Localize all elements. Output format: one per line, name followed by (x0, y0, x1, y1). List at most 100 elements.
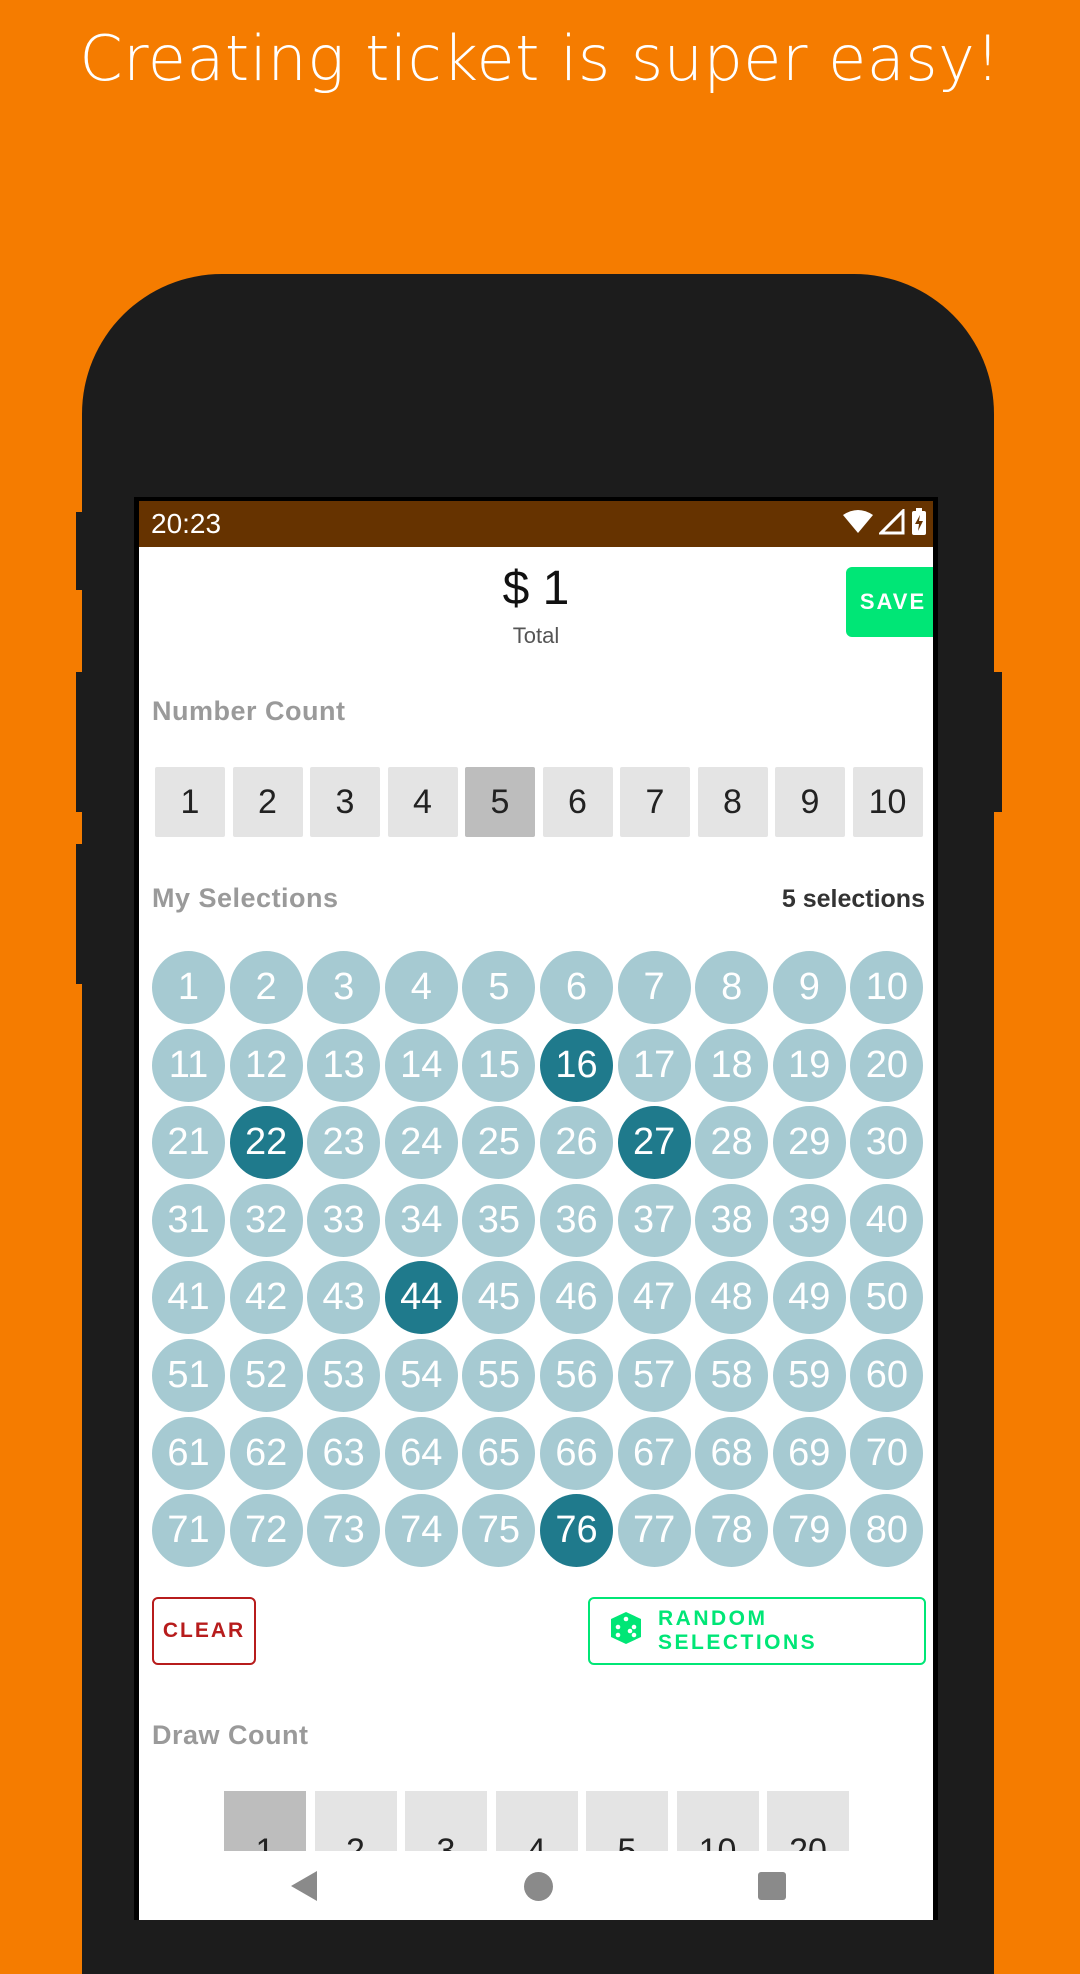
number-ball[interactable]: 80 (850, 1494, 924, 1568)
number-ball[interactable]: 29 (772, 1106, 846, 1180)
number-ball[interactable]: 31 (152, 1183, 225, 1257)
number-count-option[interactable]: 2 (232, 767, 303, 837)
number-ball[interactable]: 59 (772, 1339, 846, 1412)
nav-back-icon[interactable] (289, 1870, 319, 1907)
number-count-option[interactable]: 5 (465, 767, 535, 837)
number-ball[interactable]: 79 (772, 1494, 846, 1568)
number-ball[interactable]: 56 (540, 1339, 613, 1412)
number-ball[interactable]: 71 (152, 1494, 225, 1568)
number-ball[interactable]: 10 (850, 951, 924, 1024)
number-ball[interactable]: 17 (617, 1028, 691, 1102)
draw-count-option[interactable]: 2 (314, 1791, 397, 1851)
number-ball[interactable]: 4 (384, 951, 458, 1024)
number-ball[interactable]: 36 (540, 1183, 613, 1257)
number-ball[interactable]: 78 (695, 1494, 769, 1568)
number-ball[interactable]: 12 (229, 1028, 303, 1102)
number-ball[interactable]: 64 (384, 1416, 458, 1490)
number-ball[interactable]: 72 (229, 1494, 303, 1568)
number-ball[interactable]: 23 (307, 1106, 381, 1180)
number-count-option[interactable]: 9 (775, 767, 845, 837)
number-ball[interactable]: 50 (850, 1261, 924, 1335)
number-ball[interactable]: 2 (229, 951, 303, 1024)
number-ball[interactable]: 28 (695, 1106, 769, 1180)
number-ball[interactable]: 19 (772, 1028, 846, 1102)
number-ball[interactable]: 51 (152, 1339, 225, 1412)
number-ball[interactable]: 73 (307, 1494, 381, 1568)
number-ball[interactable]: 1 (152, 951, 225, 1024)
number-ball[interactable]: 8 (695, 951, 769, 1024)
number-ball[interactable]: 26 (540, 1106, 613, 1180)
number-ball[interactable]: 61 (152, 1416, 225, 1490)
number-ball[interactable]: 53 (307, 1339, 381, 1412)
save-button[interactable]: SAVE (846, 567, 933, 637)
draw-count-option[interactable]: 10 (676, 1791, 759, 1851)
number-ball[interactable]: 7 (617, 951, 691, 1024)
number-ball[interactable]: 49 (772, 1261, 846, 1335)
number-ball[interactable]: 48 (695, 1261, 769, 1335)
random-selections-button[interactable]: RANDOM SELECTIONS (588, 1597, 926, 1665)
number-count-option[interactable]: 3 (310, 767, 380, 837)
number-ball[interactable]: 21 (152, 1106, 225, 1180)
number-ball[interactable]: 46 (540, 1261, 613, 1335)
draw-count-option[interactable]: 5 (586, 1791, 668, 1851)
number-ball[interactable]: 38 (695, 1183, 769, 1257)
number-count-option[interactable]: 6 (542, 767, 613, 837)
number-ball[interactable]: 58 (695, 1339, 769, 1412)
number-ball[interactable]: 35 (462, 1183, 536, 1257)
draw-count-option[interactable]: 4 (495, 1791, 578, 1851)
number-ball[interactable]: 25 (462, 1106, 536, 1180)
number-ball[interactable]: 65 (462, 1416, 536, 1490)
number-count-option[interactable]: 1 (155, 767, 225, 837)
number-ball[interactable]: 44 (384, 1261, 458, 1335)
number-ball[interactable]: 52 (229, 1339, 303, 1412)
number-ball[interactable]: 60 (850, 1339, 924, 1412)
number-ball[interactable]: 57 (617, 1339, 691, 1412)
number-ball[interactable]: 77 (617, 1494, 691, 1568)
number-ball[interactable]: 14 (384, 1028, 458, 1102)
number-ball[interactable]: 24 (384, 1106, 458, 1180)
number-ball[interactable]: 34 (384, 1183, 458, 1257)
number-ball[interactable]: 40 (850, 1183, 924, 1257)
number-ball[interactable]: 54 (384, 1339, 458, 1412)
number-ball[interactable]: 55 (462, 1339, 536, 1412)
number-ball[interactable]: 33 (307, 1183, 381, 1257)
number-count-option[interactable]: 7 (620, 767, 690, 837)
number-ball[interactable]: 15 (462, 1028, 536, 1102)
number-ball[interactable]: 39 (772, 1183, 846, 1257)
number-ball[interactable]: 62 (229, 1416, 303, 1490)
number-ball[interactable]: 13 (307, 1028, 381, 1102)
number-ball[interactable]: 18 (695, 1028, 769, 1102)
nav-home-icon[interactable] (524, 1872, 553, 1901)
number-ball[interactable]: 37 (617, 1183, 691, 1257)
number-ball[interactable]: 32 (229, 1183, 303, 1257)
draw-count-option[interactable]: 20 (767, 1791, 849, 1851)
number-ball[interactable]: 6 (540, 951, 613, 1024)
number-ball[interactable]: 42 (229, 1261, 303, 1335)
number-ball[interactable]: 30 (850, 1106, 924, 1180)
number-ball[interactable]: 70 (850, 1416, 924, 1490)
number-count-option[interactable]: 10 (852, 767, 923, 837)
number-ball[interactable]: 69 (772, 1416, 846, 1490)
number-ball[interactable]: 63 (307, 1416, 381, 1490)
number-ball[interactable]: 3 (307, 951, 381, 1024)
number-ball[interactable]: 41 (152, 1261, 225, 1335)
number-ball[interactable]: 16 (540, 1028, 613, 1102)
number-count-option[interactable]: 4 (387, 767, 458, 837)
number-ball[interactable]: 22 (229, 1106, 303, 1180)
number-ball[interactable]: 20 (850, 1028, 924, 1102)
number-ball[interactable]: 74 (384, 1494, 458, 1568)
number-ball[interactable]: 68 (695, 1416, 769, 1490)
number-ball[interactable]: 5 (462, 951, 536, 1024)
number-ball[interactable]: 43 (307, 1261, 381, 1335)
draw-count-option[interactable]: 1 (224, 1791, 306, 1851)
number-count-option[interactable]: 8 (697, 767, 768, 837)
number-ball[interactable]: 45 (462, 1261, 536, 1335)
number-ball[interactable]: 75 (462, 1494, 536, 1568)
nav-recent-icon[interactable] (758, 1872, 786, 1900)
number-ball[interactable]: 47 (617, 1261, 691, 1335)
number-ball[interactable]: 9 (772, 951, 846, 1024)
clear-button[interactable]: CLEAR (152, 1597, 256, 1665)
draw-count-option[interactable]: 3 (405, 1791, 487, 1851)
number-ball[interactable]: 66 (540, 1416, 613, 1490)
number-ball[interactable]: 11 (152, 1028, 225, 1102)
